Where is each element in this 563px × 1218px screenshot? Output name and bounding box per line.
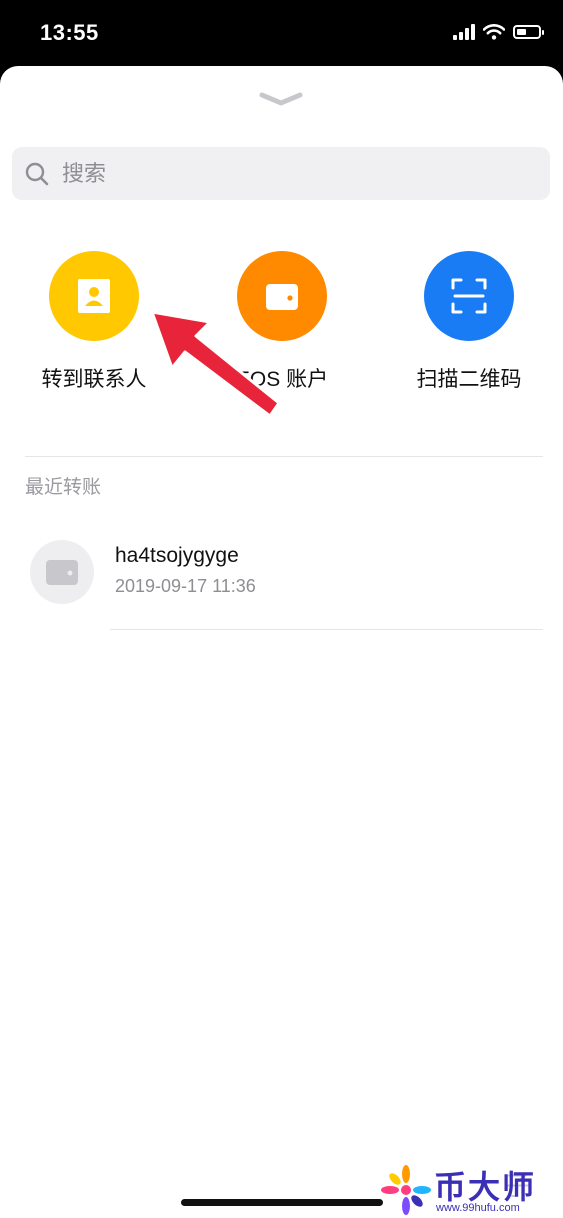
contact-icon [78, 279, 110, 313]
wallet-icon [266, 284, 298, 310]
search-icon [25, 162, 49, 185]
wifi-icon [483, 24, 505, 40]
status-icons [453, 24, 544, 40]
status-bar: 13:55 [0, 0, 563, 70]
recent-avatar [30, 540, 94, 604]
actions-divider [25, 456, 543, 457]
recent-transfers-title: 最近转账 [25, 477, 102, 498]
collapse-chevron-icon[interactable] [258, 90, 304, 108]
battery-icon [513, 25, 544, 39]
scan-qr-action[interactable]: 扫描二维码 [389, 251, 549, 393]
recent-transfer-time: 2019-09-17 11:36 [115, 576, 256, 596]
contact-action-label: 转到联系人 [41, 368, 147, 391]
wallet-icon [46, 560, 78, 585]
eos-account-action[interactable]: EOS 账户 [202, 251, 362, 393]
scan-qr-action-circle[interactable] [424, 251, 514, 341]
home-indicator[interactable] [181, 1199, 383, 1206]
watermark-logo-icon [381, 1165, 431, 1215]
recent-item-divider [110, 629, 543, 630]
status-time: 13:55 [40, 20, 99, 45]
search-input[interactable] [60, 159, 504, 188]
recent-transfer-item[interactable]: ha4tsojygyge 2019-09-17 11:36 [0, 526, 563, 626]
watermark-url: www.99hufu.com [436, 1202, 520, 1214]
scan-icon [451, 278, 487, 314]
contact-action-circle[interactable] [49, 251, 139, 341]
eos-account-action-label: EOS 账户 [235, 368, 329, 391]
recent-account-name: ha4tsojygyge [115, 544, 239, 567]
eos-account-action-circle[interactable] [237, 251, 327, 341]
transfer-sheet: 转到联系人 EOS 账户 扫描二维码 最近转账 ha4tsojygy [0, 66, 563, 1218]
watermark: 子 币大师 www.99hufu.com [376, 1160, 563, 1218]
scan-qr-action-label: 扫描二维码 [416, 368, 522, 391]
transfer-to-contact-action[interactable]: 转到联系人 [14, 251, 174, 393]
cellular-signal-icon [453, 24, 475, 40]
search-bar[interactable] [12, 147, 550, 200]
